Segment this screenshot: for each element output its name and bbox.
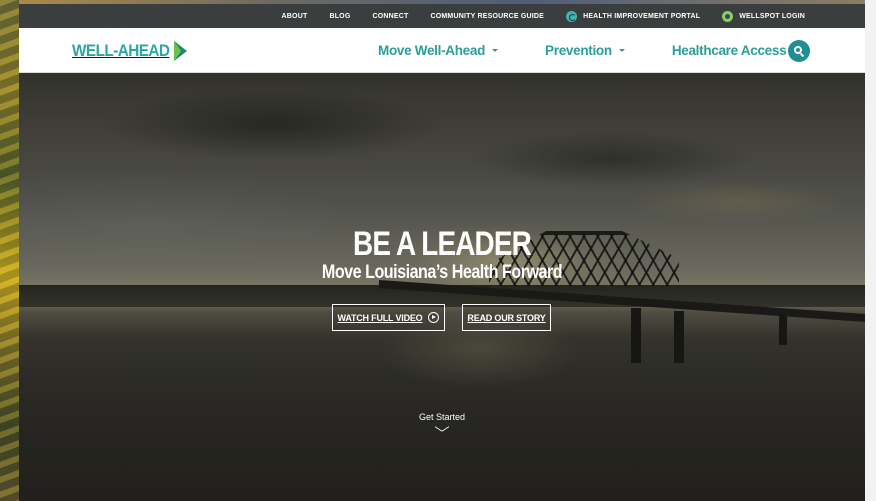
search-icon bbox=[794, 46, 802, 54]
caret-down-icon bbox=[618, 49, 625, 52]
nav-item-healthcare-access[interactable]: Healthcare Access bbox=[671, 43, 800, 58]
nav-item-prevention[interactable]: Prevention bbox=[545, 43, 625, 58]
nav-item-label: Healthcare Access bbox=[671, 43, 787, 58]
watch-video-button[interactable]: WATCH FULL VIDEO bbox=[332, 304, 445, 331]
main-header: WELL-AHEAD Move Well-Ahead Prevention He… bbox=[19, 28, 865, 73]
page-margin bbox=[865, 0, 876, 501]
hero-banner: BE A LEADER Move Louisiana’s Health Forw… bbox=[19, 73, 865, 501]
hero-title: BE A LEADER bbox=[353, 225, 532, 263]
logo-wordmark: WELL-AHEAD bbox=[72, 41, 170, 60]
compass-icon bbox=[566, 10, 578, 22]
utility-link-connect[interactable]: CONNECT bbox=[372, 13, 408, 20]
site-logo[interactable]: WELL-AHEAD bbox=[72, 39, 188, 63]
nav-item-label: Prevention bbox=[545, 43, 612, 58]
utility-link-blog[interactable]: BLOG bbox=[329, 13, 350, 20]
utility-link-label: COMMUNITY RESOURCE GUIDE bbox=[430, 12, 545, 20]
chevron-down-icon[interactable] bbox=[435, 425, 449, 439]
utility-nav: ABOUT BLOG CONNECT COMMUNITY RESOURCE GU… bbox=[19, 4, 865, 28]
search-button[interactable] bbox=[788, 40, 810, 62]
background-photo-edge bbox=[0, 0, 19, 501]
play-icon bbox=[428, 312, 440, 323]
utility-link-wellspot-login[interactable]: WELLSPOT LOGIN bbox=[722, 10, 805, 22]
nav-item-move-well-ahead[interactable]: Move Well-Ahead bbox=[378, 43, 499, 58]
utility-link-label: ABOUT bbox=[281, 12, 308, 20]
hero-subtitle: Move Louisiana’s Health Forward bbox=[321, 262, 563, 283]
utility-link-health-improvement-portal[interactable]: HEALTH IMPROVEMENT PORTAL bbox=[566, 10, 701, 22]
utility-link-community-resource-guide[interactable]: COMMUNITY RESOURCE GUIDE bbox=[430, 13, 544, 20]
utility-link-label: CONNECT bbox=[372, 12, 409, 20]
get-started-link[interactable]: Get Started bbox=[19, 412, 865, 422]
wellspot-icon bbox=[722, 10, 734, 22]
utility-link-label: HEALTH IMPROVEMENT PORTAL bbox=[583, 12, 701, 20]
read-story-label: READ OUR STORY bbox=[467, 312, 546, 323]
read-story-button[interactable]: READ OUR STORY bbox=[462, 304, 551, 331]
watch-video-label: WATCH FULL VIDEO bbox=[337, 312, 423, 323]
nav-item-label: Move Well-Ahead bbox=[378, 43, 486, 58]
logo-arrow-icon bbox=[174, 41, 188, 61]
utility-link-label: WELLSPOT LOGIN bbox=[739, 12, 805, 20]
primary-nav: Move Well-Ahead Prevention Healthcare Ac… bbox=[378, 28, 846, 73]
utility-link-label: BLOG bbox=[329, 12, 351, 20]
utility-link-about[interactable]: ABOUT bbox=[282, 13, 308, 20]
caret-down-icon bbox=[492, 49, 499, 52]
